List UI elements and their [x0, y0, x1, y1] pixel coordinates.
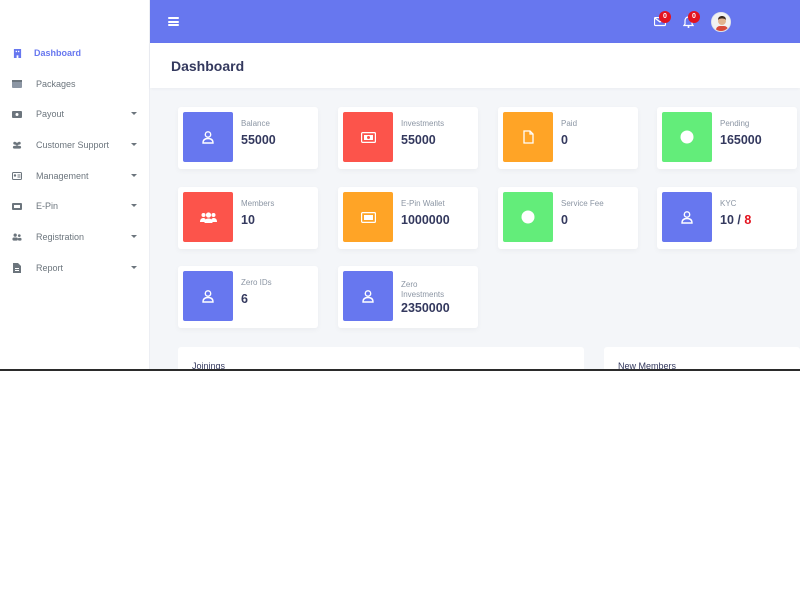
notification-button[interactable]: 0 [683, 11, 700, 28]
kyc-pending: 8 [744, 213, 752, 227]
stat-value: 165000 [720, 133, 762, 147]
stat-label: Investments [401, 119, 445, 128]
stat-value: 0 [561, 213, 568, 227]
stat-label-line: Zero [401, 280, 418, 289]
stat-value: 2350000 [401, 301, 450, 315]
stat-value: 6 [241, 292, 248, 306]
users-icon [183, 192, 233, 242]
stat-label: E-Pin Wallet [401, 199, 445, 208]
new-members-panel: New Members [604, 347, 800, 370]
stat-value: 0 [561, 133, 568, 147]
app-window: Dashboard Packages Payout Customer Suppo… [0, 0, 800, 370]
file-icon [12, 263, 22, 273]
sidebar-item-payout[interactable]: Payout [0, 99, 150, 129]
page-title: Dashboard [171, 58, 245, 74]
stat-card-paid[interactable]: Paid 0 [498, 107, 638, 169]
chevron-down-icon [131, 204, 137, 207]
file-icon [503, 112, 553, 162]
stat-value: 55000 [241, 133, 276, 147]
sidebar-item-label: Report [36, 263, 64, 273]
sidebar-item-label: Payout [36, 109, 65, 119]
user-icon [183, 271, 233, 321]
money-icon [12, 109, 22, 119]
circle-icon [503, 192, 553, 242]
stat-card-e-pin-wallet[interactable]: E-Pin Wallet 1000000 [338, 187, 478, 249]
stat-card-zero-ids[interactable]: Zero IDs 6 [178, 266, 318, 328]
sidebar-item-dashboard[interactable]: Dashboard [0, 38, 150, 68]
stat-card-members[interactable]: Members 10 [178, 187, 318, 249]
joinings-panel: Joinings [178, 347, 584, 370]
stat-card-kyc[interactable]: KYC 10 / 8 [657, 187, 797, 249]
chevron-down-icon [131, 235, 137, 238]
user-icon [343, 271, 393, 321]
sidebar: Dashboard Packages Payout Customer Suppo… [0, 0, 150, 370]
chevron-down-icon [131, 266, 137, 269]
stat-value: 1000000 [401, 213, 450, 227]
stat-label: Zero IDs [241, 278, 272, 287]
building-icon [12, 48, 22, 58]
ticket-icon [343, 192, 393, 242]
avatar[interactable] [711, 12, 731, 32]
sidebar-item-report[interactable]: Report [0, 253, 150, 283]
sidebar-item-customer-support[interactable]: Customer Support [0, 130, 150, 160]
stat-value: 55000 [401, 133, 436, 147]
stat-label: Balance [241, 119, 270, 128]
page-header: Dashboard [150, 43, 800, 88]
stat-label: Pending [720, 119, 750, 128]
stat-card-balance[interactable]: Balance 55000 [178, 107, 318, 169]
sidebar-item-label: E-Pin [36, 201, 59, 211]
user-icon [183, 112, 233, 162]
stat-label: Zero Investments [401, 280, 444, 300]
screenshot-edge [0, 369, 800, 371]
stat-label: KYC [720, 199, 737, 208]
id-card-icon [12, 171, 22, 181]
sidebar-item-label: Dashboard [34, 48, 82, 58]
stat-label: Members [241, 199, 275, 208]
chevron-down-icon [131, 174, 137, 177]
user-plus-icon [12, 232, 22, 242]
hamburger-icon[interactable] [168, 17, 179, 26]
stat-label: Service Fee [561, 199, 604, 208]
sidebar-item-label: Management [36, 171, 89, 181]
circle-icon [662, 112, 712, 162]
stat-card-service-fee[interactable]: Service Fee 0 [498, 187, 638, 249]
stat-card-investments[interactable]: Investments 55000 [338, 107, 478, 169]
stat-label-line: Investments [401, 290, 445, 299]
sidebar-item-packages[interactable]: Packages [0, 69, 150, 99]
chevron-down-icon [131, 143, 137, 146]
sidebar-item-management[interactable]: Management [0, 161, 150, 191]
kyc-total: 10 / [720, 213, 745, 227]
stat-value: 10 / 8 [720, 213, 751, 227]
mail-badge: 0 [659, 11, 671, 23]
stat-card-pending[interactable]: Pending 165000 [657, 107, 797, 169]
user-icon [662, 192, 712, 242]
chevron-down-icon [131, 112, 137, 115]
ticket-icon [12, 201, 22, 211]
box-icon [12, 79, 22, 89]
top-navbar: 0 0 [150, 0, 800, 43]
stat-value: 10 [241, 213, 255, 227]
notification-badge: 0 [688, 11, 700, 23]
stat-label: Paid [561, 119, 578, 128]
sidebar-item-e-pin[interactable]: E-Pin [0, 191, 150, 221]
sidebar-item-label: Packages [36, 79, 76, 89]
sidebar-item-registration[interactable]: Registration [0, 222, 150, 252]
users-icon [12, 140, 22, 150]
sidebar-item-label: Customer Support [36, 140, 110, 150]
sidebar-item-label: Registration [36, 232, 85, 242]
stat-card-zero-investments[interactable]: Zero Investments 2350000 [338, 266, 478, 328]
mail-button[interactable]: 0 [654, 11, 671, 28]
money-bill-icon [343, 112, 393, 162]
